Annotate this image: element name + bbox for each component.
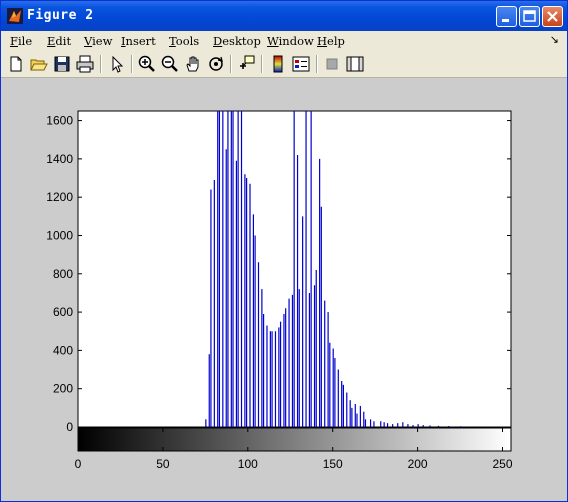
maximize-button[interactable] (519, 6, 540, 27)
figure-canvas: 0 200 400 600 800 1000 1200 1400 1600 0 50 100 150 2… (1, 78, 567, 501)
menu-file[interactable]: File (10, 34, 32, 48)
close-icon (547, 11, 558, 22)
menu-edit[interactable]: Edit (47, 34, 71, 48)
y-tick-label: 1600 (46, 114, 73, 128)
window-title: Figure 2 (27, 8, 94, 23)
toolbar-separator (100, 55, 102, 73)
title-bar[interactable]: Figure 2 (1, 1, 567, 31)
zoom-in-icon[interactable] (137, 54, 157, 74)
minimize-button[interactable] (496, 6, 517, 27)
data-cursor-icon[interactable] (236, 54, 256, 74)
dock-arrow-icon[interactable]: ↘ (550, 33, 559, 46)
open-folder-icon[interactable] (29, 54, 49, 74)
toolbar-separator (261, 55, 263, 73)
rotate-3d-icon[interactable] (206, 54, 226, 74)
y-tick-label: 0 (66, 420, 73, 434)
close-button[interactable] (542, 6, 563, 27)
new-file-icon[interactable] (6, 54, 26, 74)
x-tick-label: 0 (75, 457, 82, 471)
print-icon[interactable] (75, 54, 95, 74)
colorbar (77, 427, 512, 452)
y-tick-label: 1400 (46, 152, 73, 166)
colorbar-icon[interactable] (268, 54, 288, 74)
zoom-out-icon[interactable] (160, 54, 180, 74)
y-tick-label: 400 (53, 343, 73, 357)
y-tick-label: 1000 (46, 228, 73, 242)
x-tick-label: 250 (492, 457, 512, 471)
pan-hand-icon[interactable] (183, 54, 203, 74)
y-tick-label: 800 (53, 267, 73, 281)
menu-bar: File Edit View Insert Tools Desktop Wind… (1, 31, 567, 51)
toolbar (1, 51, 567, 78)
minimize-icon (502, 19, 509, 22)
x-tick-label: 200 (408, 457, 428, 471)
menu-window[interactable]: Window (267, 34, 314, 48)
matlab-icon (7, 8, 23, 24)
y-tick-label: 200 (53, 382, 73, 396)
hide-plot-tools-icon[interactable] (322, 54, 342, 74)
legend-icon[interactable] (291, 54, 311, 74)
show-plot-tools-icon[interactable] (345, 54, 365, 74)
menu-tools[interactable]: Tools (169, 34, 199, 48)
figure-window: Figure 2 File Edit View Insert Tools Des… (0, 0, 568, 502)
histogram-axes: 0 200 400 600 800 1000 1200 1400 1600 0 50 100 150 2… (46, 110, 513, 471)
toolbar-separator (131, 55, 133, 73)
menu-desktop[interactable]: Desktop (213, 34, 261, 48)
x-tick-label: 100 (238, 457, 258, 471)
x-tick-label: 150 (323, 457, 343, 471)
select-arrow-icon[interactable] (107, 54, 127, 74)
y-tick-label: 1200 (46, 190, 73, 204)
maximize-icon (523, 10, 536, 22)
y-tick-label: 600 (53, 305, 73, 319)
toolbar-separator (316, 55, 318, 73)
menu-insert[interactable]: Insert (121, 34, 156, 48)
save-icon[interactable] (52, 54, 72, 74)
menu-help[interactable]: Help (317, 34, 345, 48)
menu-view[interactable]: View (84, 34, 112, 48)
toolbar-separator (230, 55, 232, 73)
x-tick-label: 50 (156, 457, 170, 471)
